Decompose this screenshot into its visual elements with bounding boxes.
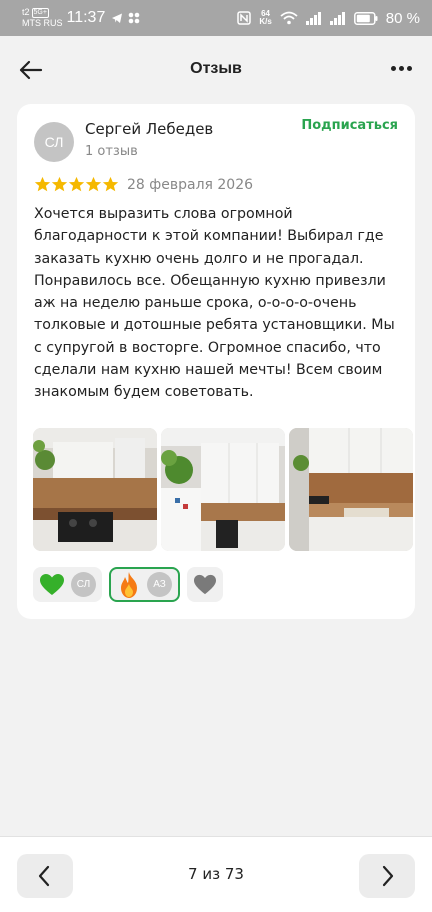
gray-heart-icon bbox=[194, 574, 216, 594]
apps-icon bbox=[129, 12, 140, 24]
star-rating bbox=[34, 176, 119, 193]
more-dot-icon bbox=[391, 66, 396, 71]
author-avatar[interactable]: СЛ bbox=[34, 122, 74, 162]
battery-icon bbox=[353, 11, 378, 25]
page-title: Отзыв bbox=[190, 60, 242, 77]
review-date: 28 февраля 2026 bbox=[127, 176, 254, 193]
reaction-add-heart[interactable] bbox=[187, 567, 223, 602]
status-time: 11:37 bbox=[66, 9, 106, 26]
author-name[interactable]: Сергей Лебедев bbox=[85, 120, 213, 138]
nfc-icon bbox=[237, 11, 252, 25]
telegram-icon bbox=[112, 13, 123, 23]
speed-unit: K/s bbox=[259, 17, 272, 26]
status-right: 64 K/s 80 % bbox=[237, 10, 420, 27]
app-header: Отзыв bbox=[0, 36, 432, 102]
reaction-avatar: АЗ bbox=[147, 572, 172, 597]
fire-icon bbox=[121, 571, 137, 598]
arrow-left-icon bbox=[19, 60, 43, 80]
battery-percent: 80 % bbox=[385, 9, 420, 27]
photo-gallery bbox=[33, 428, 413, 551]
network-speed: 64 K/s bbox=[259, 10, 271, 26]
author-review-count: 1 отзыв bbox=[85, 144, 138, 159]
kitchen-photo-2[interactable] bbox=[161, 428, 285, 551]
review-text: Хочется выразить слова огромной благодар… bbox=[34, 206, 395, 401]
wifi-icon bbox=[280, 11, 298, 25]
kitchen-photo-3[interactable] bbox=[289, 428, 413, 551]
star-icon bbox=[85, 176, 102, 192]
star-icon bbox=[51, 176, 68, 192]
star-icon bbox=[68, 176, 85, 192]
status-bar: t2 5G+ MTS RUS 11:37 64 K/s 80 % bbox=[0, 0, 432, 36]
next-review-button[interactable] bbox=[359, 854, 415, 898]
reaction-avatar: СЛ bbox=[71, 572, 96, 597]
star-icon bbox=[34, 176, 51, 192]
reaction-green-heart[interactable]: СЛ bbox=[33, 567, 102, 602]
carrier-info: t2 5G+ MTS RUS bbox=[22, 7, 63, 29]
back-button[interactable] bbox=[18, 57, 44, 83]
more-dot-icon bbox=[407, 66, 412, 71]
signal-label: t2 bbox=[22, 7, 30, 17]
rating-row: 28 февраля 2026 bbox=[34, 176, 253, 193]
carrier-name: MTS RUS bbox=[22, 18, 63, 28]
signal-icon bbox=[305, 11, 321, 25]
star-icon bbox=[102, 176, 119, 192]
review-card: СЛ Сергей Лебедев 1 отзыв Подписаться 28… bbox=[17, 104, 415, 619]
signal-icon-2 bbox=[329, 11, 345, 25]
notification-icons bbox=[111, 12, 140, 24]
green-heart-icon bbox=[40, 573, 64, 595]
kitchen-photo-1[interactable] bbox=[33, 428, 157, 551]
reactions-row: СЛ АЗ bbox=[33, 567, 223, 602]
network-tag: 5G+ bbox=[31, 7, 49, 18]
more-dot-icon bbox=[399, 66, 404, 71]
chevron-right-icon bbox=[382, 865, 394, 887]
more-options-button[interactable] bbox=[391, 66, 412, 71]
subscribe-button[interactable]: Подписаться bbox=[301, 118, 398, 133]
bottom-navigation: 7 из 73 bbox=[0, 836, 432, 912]
reaction-fire[interactable]: АЗ bbox=[109, 567, 180, 602]
